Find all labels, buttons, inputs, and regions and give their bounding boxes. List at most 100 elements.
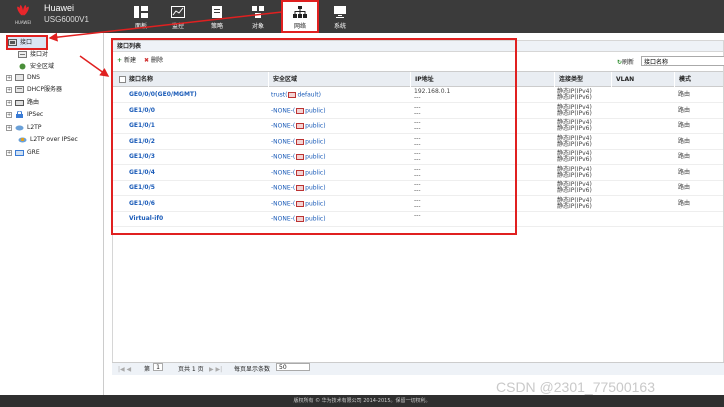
delete-label: 删除 [151, 57, 164, 64]
interface-name-link[interactable]: Virtual-if0 [129, 216, 163, 222]
zone-name: -NONE-( [271, 215, 296, 223]
table-row[interactable]: GE1/0/1 -NONE-( public) --- --- 静态IP(IPv4) 静态I… [113, 119, 723, 134]
zone-vsys: public) [305, 122, 326, 130]
add-button[interactable]: + 新建 [117, 57, 136, 65]
interface-name-link[interactable]: GE1/0/4 [129, 169, 155, 176]
col-mode[interactable]: 模式 [674, 72, 724, 88]
expand-icon[interactable]: + [6, 86, 12, 93]
expand-icon[interactable]: + [6, 124, 12, 131]
page-input[interactable]: 1 [153, 363, 163, 371]
zone-vsys: public) [305, 200, 326, 207]
ip-address: --- [414, 213, 421, 219]
zone-icon [296, 216, 305, 222]
interface-name-link[interactable]: GE1/0/5 [129, 185, 155, 191]
zone-name: -NONE-( [271, 138, 296, 145]
interface-name-link[interactable]: GE1/0/2 [129, 138, 155, 145]
expand-icon[interactable]: + [6, 149, 12, 156]
nav-label: 监控 [171, 23, 184, 30]
interface-name-link[interactable]: GE1/0/0 [129, 107, 155, 114]
col-vlan[interactable]: VLAN [611, 72, 674, 88]
col-interface-name[interactable]: 接口名称 [125, 72, 266, 88]
sidebar-item-dhcp[interactable]: + DHCP服务器 [6, 84, 62, 95]
sidebar-item-route[interactable]: + 路由 [6, 97, 39, 108]
security-zone-link[interactable]: -NONE-(public) [271, 216, 326, 223]
expand-icon[interactable]: + [6, 74, 12, 81]
refresh-button[interactable]: ↻刷新 [617, 57, 634, 66]
mode: 路由 [678, 122, 691, 129]
ip-address: --- --- [414, 135, 421, 148]
zone-vsys: default) [297, 91, 321, 99]
zone-icon [296, 123, 305, 129]
col-ip-address[interactable]: IP地址 [410, 72, 554, 88]
zone-vsys: public) [305, 184, 326, 192]
nav-network[interactable]: 网络 [281, 0, 319, 33]
sidebar-item-security-zone[interactable]: 安全区域 [18, 61, 54, 72]
zone-name: -NONE-( [271, 122, 296, 130]
first-page-icon[interactable]: |◀ ◀ [118, 363, 131, 376]
zone-icon [296, 169, 305, 176]
interface-name-link[interactable]: GE0/0/0(GE0/MGMT) [129, 92, 197, 98]
per-page-select[interactable]: 50 [276, 363, 310, 371]
interface-name-link[interactable]: GE1/0/6 [129, 200, 155, 207]
add-icon: + [117, 57, 123, 64]
table-row[interactable]: GE1/0/5 -NONE-(public) --- --- 静态IP(IPv4) 静态I… [113, 181, 723, 196]
sidebar-item-dns[interactable]: + DNS [6, 72, 40, 83]
interface-list-panel: 接口列表 +新建 ✖删除 ↻刷新 接口名称 安全区域 IP地址 连接类型 VLA… [112, 40, 724, 373]
dns-icon [15, 74, 24, 81]
security-zone-link[interactable]: -NONE-(public) [271, 107, 326, 115]
mode: 路由 [678, 168, 691, 176]
col-security-zone[interactable]: 安全区域 [268, 72, 410, 88]
sidebar-item-label: IPSec [27, 111, 44, 118]
sidebar-item-gre[interactable]: + GRE [6, 147, 40, 158]
security-zone-link[interactable]: -NONE-(public) [271, 154, 326, 161]
conn-ipv6: 静态IP(IPv6) [557, 140, 592, 148]
security-zone-link[interactable]: trust(default) [271, 92, 321, 99]
delete-icon: ✖ [144, 57, 150, 64]
sidebar-item-ipsec[interactable]: + IPSec [6, 109, 43, 120]
table-row[interactable]: GE0/0/0(GE0/MGMT) trust(default) 192.168.0… [113, 88, 723, 103]
security-zone-link[interactable]: -NONE-(public) [271, 185, 326, 192]
table-row[interactable]: GE1/0/0 -NONE-(public) --- --- 静态IP(IPv4) 静态I… [113, 104, 723, 119]
pagination-bar: |◀ ◀ 第 1 页共 1 页 ▶ ▶| 每页显示条数 50 [112, 362, 724, 375]
connection-type: 静态IP(IPv4) 静态IP(IPv6) [557, 120, 592, 132]
zone-icon [288, 92, 297, 98]
table-row[interactable]: GE1/0/6 -NONE-(public) --- --- 静态IP(IPv4) 静态I… [113, 197, 723, 212]
nav-monitor[interactable]: 监控 [161, 0, 195, 33]
security-zone-link[interactable]: -NONE-( public) [271, 123, 326, 130]
expand-icon[interactable]: + [6, 99, 12, 106]
sidebar-item-label: GRE [27, 149, 40, 156]
table-row[interactable]: GE1/0/3 -NONE-(public) --- --- 静态IP(IPv4) 静态I… [113, 150, 723, 165]
table-row[interactable]: Virtual-if0 -NONE-(public) --- [113, 212, 723, 227]
nav-policy[interactable]: 策略 [200, 0, 234, 33]
interface-name-link[interactable]: GE1/0/1 [129, 123, 155, 129]
zone-icon [296, 185, 305, 191]
sidebar-item-interface[interactable]: 接口 [6, 35, 48, 50]
sidebar-item-l2tp-over-ipsec[interactable]: L2TP over IPSec [18, 134, 78, 145]
expand-icon[interactable]: + [6, 111, 12, 118]
nav-system[interactable]: 系统 [323, 0, 357, 33]
col-connection-type[interactable]: 连接类型 [554, 72, 611, 88]
search-input[interactable] [641, 56, 724, 66]
security-zone-link[interactable]: -NONE-(public) [271, 138, 326, 146]
ip-address: --- --- [414, 120, 421, 132]
security-zone-link[interactable]: -NONE-(public) [271, 169, 326, 177]
nav-dashboard[interactable]: 面板 [124, 0, 158, 33]
nav-label: 对象 [251, 23, 264, 30]
table-row[interactable]: GE1/0/4 -NONE-(public) --- --- 静态IP(IPv4) 静态I… [113, 166, 723, 181]
connection-type: 静态IP(IPv4) 静态IP(IPv6) [557, 104, 592, 117]
interface-icon [8, 39, 17, 46]
next-page-icon[interactable]: ▶ ▶| [209, 363, 222, 376]
sidebar-item-l2tp[interactable]: + L2TP [6, 122, 41, 133]
delete-button[interactable]: ✖ 删除 [144, 57, 163, 65]
table-row[interactable]: GE1/0/2 -NONE-(public) --- --- 静态IP(IPv4) 静态I… [113, 135, 723, 150]
conn-ipv6: 静态IP(IPv6) [557, 109, 592, 117]
zone-name: -NONE-( [271, 169, 296, 176]
sidebar-item-interface-pair[interactable]: 接口对 [18, 49, 48, 60]
nav-object[interactable]: 对象 [241, 0, 275, 33]
mode: 路由 [678, 199, 691, 207]
interface-name-link[interactable]: GE1/0/3 [129, 154, 155, 160]
system-icon [334, 6, 346, 18]
security-zone-link[interactable]: -NONE-(public) [271, 200, 326, 208]
sidebar-item-label: L2TP [27, 124, 42, 131]
connection-type: 静态IP(IPv4) 静态IP(IPv6) [557, 166, 592, 179]
